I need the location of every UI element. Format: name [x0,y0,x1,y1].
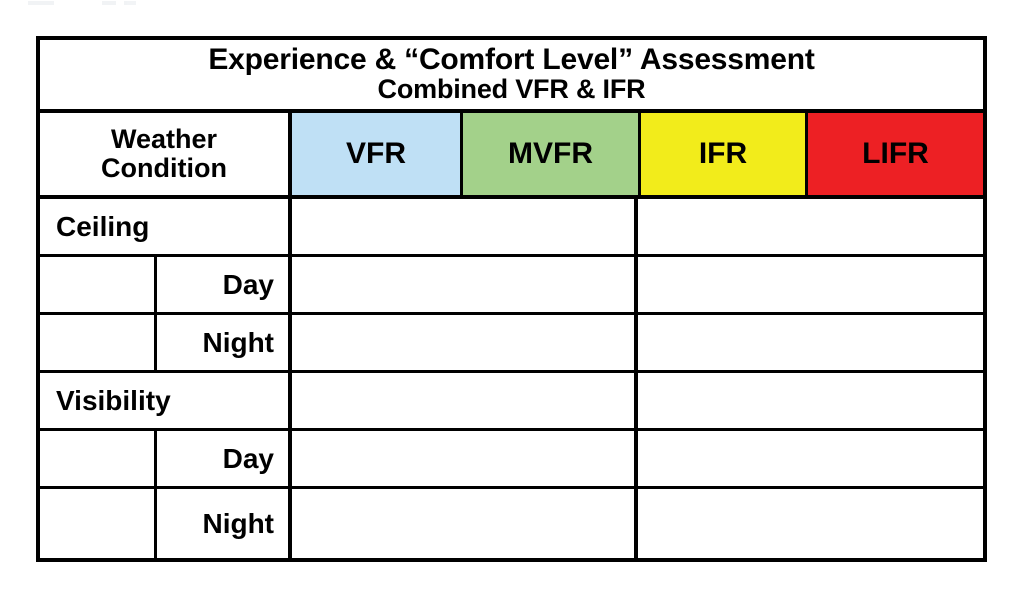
row-label-ceiling: Ceiling [40,199,292,254]
row-label-spacer-visibility-day [40,431,157,486]
header-category-vfr: VFR [292,113,463,195]
row-label-visibility: Visibility [40,373,292,428]
header-category-mvfr: MVFR [463,113,641,195]
header-category-lifr: LIFR [808,113,983,195]
row-label-visibility-day-text: Day [222,442,274,474]
row-label-ceiling-night: Night [157,315,292,370]
table-row-visibility-day: Day [40,431,983,489]
row-label-ceiling-text: Ceiling [56,210,150,242]
row-label-spacer-ceiling-night [40,315,157,370]
header-weather-condition: Weather Condition [40,113,292,195]
page-title-line-1: Experience & “Comfort Level” Assessment [208,42,815,76]
row-label-visibility-day: Day [157,431,292,486]
header-category-lifr-label: LIFR [862,137,929,170]
entry-cell-visibility-vfr-mvfr[interactable] [292,373,638,428]
entry-cell-ceiling-day-ifr-lifr[interactable] [638,257,983,312]
entry-cell-ceiling-day-vfr-mvfr[interactable] [292,257,638,312]
table-title-cell: Experience & “Comfort Level” Assessment … [40,40,983,109]
entry-cell-ceiling-vfr-mvfr[interactable] [292,199,638,254]
row-label-visibility-text: Visibility [56,384,171,416]
header-category-vfr-label: VFR [346,137,406,170]
row-label-spacer-ceiling-day [40,257,157,312]
entry-cell-ceiling-night-vfr-mvfr[interactable] [292,315,638,370]
worksheet-page: Experience & “Comfort Level” Assessment … [0,0,1024,599]
entry-cell-ceiling-ifr-lifr[interactable] [638,199,983,254]
row-label-visibility-night: Night [157,489,292,558]
table-row-ceiling-night: Night [40,315,983,373]
table-row-visibility: Visibility [40,373,983,431]
assessment-table: Experience & “Comfort Level” Assessment … [36,36,987,562]
row-label-ceiling-day: Day [157,257,292,312]
row-label-ceiling-day-text: Day [222,268,274,300]
row-label-spacer-visibility-night [40,489,157,558]
header-weather-condition-line-1: Weather [110,123,218,154]
table-header-row: Weather Condition VFR MVFR IFR LIFR [40,113,983,199]
entry-cell-visibility-day-ifr-lifr[interactable] [638,431,983,486]
entry-cell-ceiling-night-ifr-lifr[interactable] [638,315,983,370]
table-row-ceiling: Ceiling [40,199,983,257]
entry-cell-visibility-ifr-lifr[interactable] [638,373,983,428]
entry-cell-visibility-night-vfr-mvfr[interactable] [292,489,638,558]
row-label-ceiling-night-text: Night [202,326,274,358]
header-weather-condition-line-2: Condition [101,153,227,183]
entry-cell-visibility-day-vfr-mvfr[interactable] [292,431,638,486]
table-title-row: Experience & “Comfort Level” Assessment … [40,40,983,113]
page-title-line-2: Combined VFR & IFR [377,74,646,105]
table-row-visibility-night: Night [40,489,983,558]
table-row-ceiling-day: Day [40,257,983,315]
header-category-ifr-label: IFR [698,137,748,170]
row-label-visibility-night-text: Night [202,507,274,539]
entry-cell-visibility-night-ifr-lifr[interactable] [638,489,983,558]
header-category-ifr: IFR [641,113,808,195]
header-category-mvfr-label: MVFR [508,137,593,170]
